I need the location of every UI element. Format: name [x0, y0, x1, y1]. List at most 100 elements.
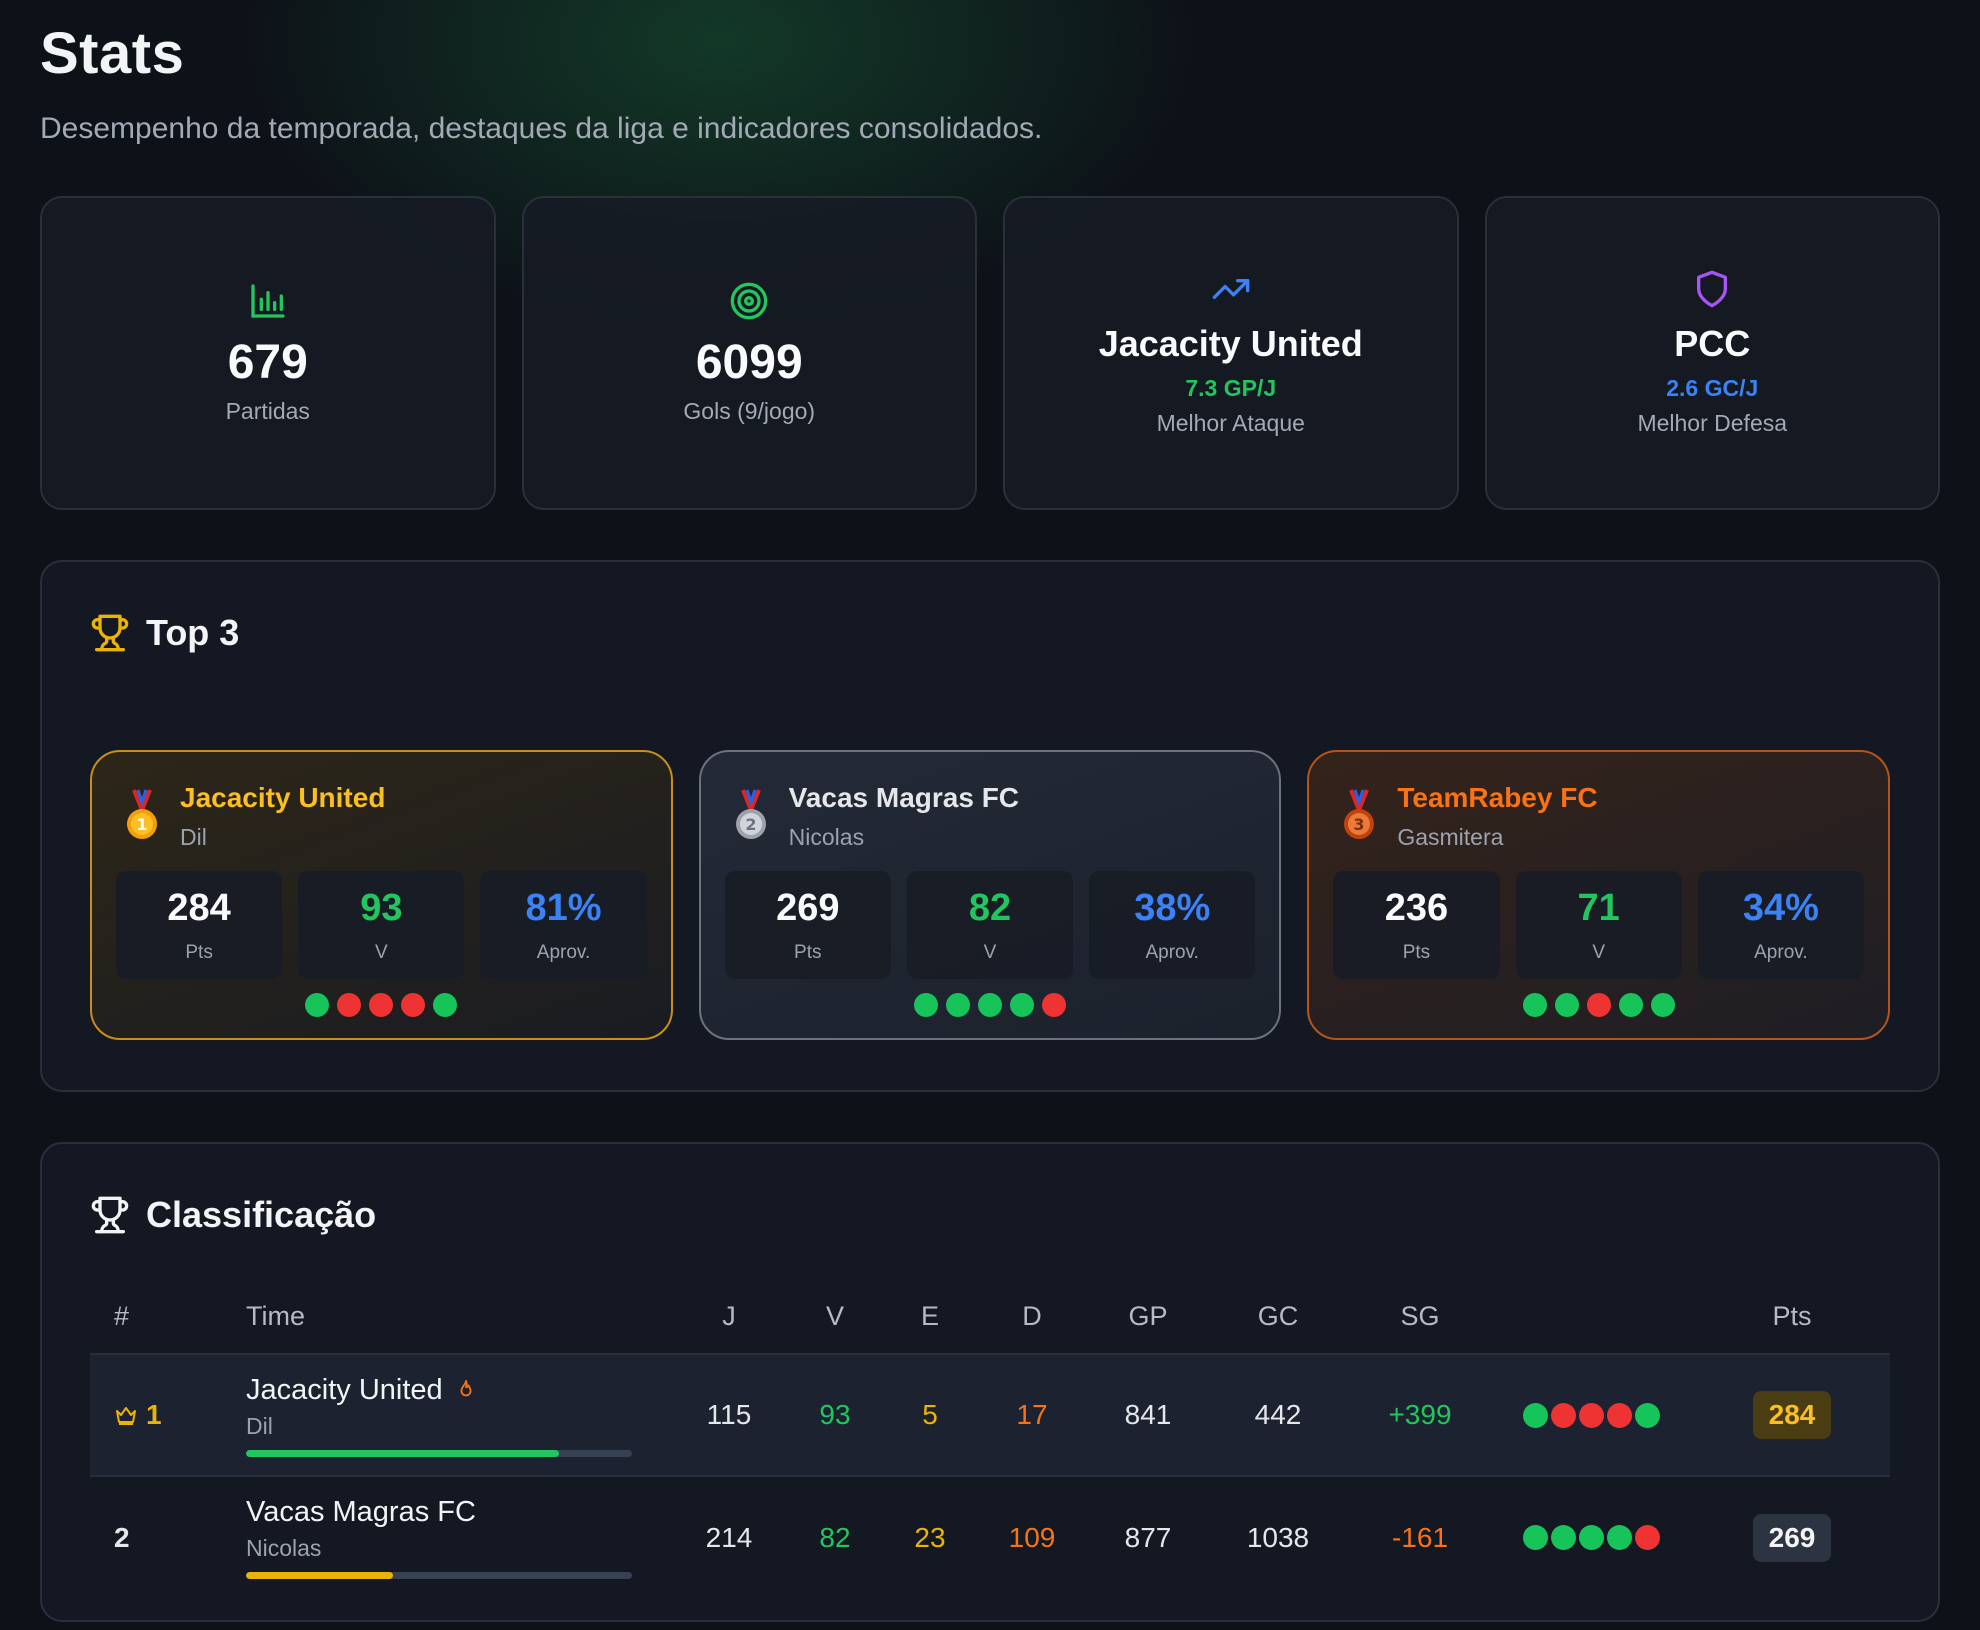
row-pts-cell: 269: [1694, 1476, 1890, 1598]
bronze-medal-icon: 3: [1344, 789, 1375, 839]
col-v[interactable]: V: [782, 1280, 888, 1354]
podium-card-1[interactable]: 1 Jacacity United Dil 284 Pts 93 V 81% A…: [90, 750, 673, 1040]
win-dot: [914, 993, 938, 1017]
target-icon: [730, 282, 768, 320]
podium-pts-label: Pts: [185, 941, 213, 963]
col-j[interactable]: J: [676, 1280, 782, 1354]
podium-team-name: TeamRabey FC: [1397, 782, 1598, 813]
win-dot: [1650, 993, 1675, 1017]
top3-title: Top 3: [146, 612, 240, 653]
podium-stat-pts: 236 Pts: [1333, 871, 1500, 979]
loss-dot: [1606, 1402, 1632, 1428]
form-dots: [116, 993, 647, 1017]
progress-bar: [246, 1572, 632, 1579]
top3-list: 1 Jacacity United Dil 284 Pts 93 V 81% A…: [90, 750, 1891, 1040]
win-dot: [1634, 1402, 1660, 1428]
podium-card-3[interactable]: 3 TeamRabey FC Gasmitera 236 Pts 71 V 34…: [1307, 750, 1891, 1040]
stats-summary: 679 Partidas 6099 Gols (9/jogo) Jacacity…: [40, 196, 1940, 510]
loss-dot: [1042, 993, 1066, 1017]
bar-chart-icon: [251, 284, 285, 318]
podium-wins-value: 82: [968, 886, 1012, 929]
podium-stat-pts: 269 Pts: [724, 871, 891, 979]
svg-text:3: 3: [1354, 815, 1365, 834]
podium-stats: 284 Pts 93 V 81% Aprov.: [116, 871, 647, 979]
page-title: Stats: [40, 21, 185, 86]
win-dot: [1618, 993, 1643, 1017]
table-row[interactable]: 2 Vacas Magras FC Nicolas 214 82 23 109 …: [90, 1476, 1890, 1598]
row-sg: +399: [1388, 1399, 1452, 1430]
trending-up-icon: [1212, 279, 1250, 299]
col-rank[interactable]: #: [90, 1280, 246, 1354]
podium-stat-pts: 284 Pts: [116, 871, 283, 979]
row-gc: 442: [1254, 1399, 1302, 1430]
row-d: 17: [1016, 1399, 1048, 1430]
row-j: 214: [705, 1521, 753, 1553]
table-row[interactable]: 1 Jacacity United Dil 115 93 5 17 841 44…: [90, 1354, 1890, 1476]
podium-team-name: Jacacity United: [180, 782, 386, 813]
standings-header: Classificação: [90, 1194, 1890, 1236]
podium-wins-label: V: [1592, 941, 1606, 963]
stat-value: 6099: [695, 336, 803, 389]
loss-dot: [1550, 1402, 1576, 1428]
col-gp[interactable]: GP: [1092, 1280, 1204, 1354]
podium-stat-aprov: 38% Aprov.: [1089, 871, 1256, 979]
podium-wins-label: V: [374, 941, 388, 963]
top3-header: Top 3: [90, 612, 1890, 654]
progress-bar: [246, 1449, 632, 1457]
row-rank: 1: [146, 1399, 162, 1430]
col-d[interactable]: D: [972, 1280, 1092, 1354]
row-form-cell: [1488, 1354, 1694, 1476]
podium-wins-value: 71: [1577, 886, 1620, 929]
col-gc[interactable]: GC: [1204, 1280, 1352, 1354]
col-pts[interactable]: Pts: [1694, 1280, 1890, 1354]
gold-medal-icon: 1: [127, 789, 157, 839]
col-team[interactable]: Time: [246, 1280, 676, 1354]
shield-icon: [1697, 270, 1728, 308]
col-form: [1488, 1280, 1694, 1354]
podium-aprov-value: 81%: [525, 886, 602, 929]
row-gc: 1038: [1246, 1521, 1310, 1553]
win-dot: [305, 993, 330, 1017]
stat-label: Partidas: [225, 398, 310, 424]
col-e[interactable]: E: [888, 1280, 972, 1354]
podium-info: Jacacity United Dil: [180, 782, 385, 851]
podium-card-2[interactable]: 2 Vacas Magras FC Nicolas 269 Pts 82 V 3…: [698, 750, 1282, 1040]
win-dot: [433, 993, 458, 1017]
stat-card-best-attack: Jacacity United 7.3 GP/J Melhor Ataque: [1003, 196, 1459, 510]
podium-wins-label: V: [983, 941, 997, 963]
podium-pts-value: 269: [776, 886, 840, 929]
row-v: 82: [819, 1521, 851, 1553]
row-gp: 877: [1124, 1521, 1172, 1553]
podium-pts-value: 284: [167, 886, 231, 929]
row-rank: 2: [114, 1521, 130, 1553]
standings-panel: Classificação # Time J V E D GP GC SG Pt…: [40, 1142, 1940, 1622]
form-dots: [1488, 1402, 1694, 1428]
podium-stat-aprov: 81% Aprov.: [480, 871, 647, 979]
podium-aprov-value: 34%: [1742, 886, 1819, 929]
row-team-owner: Dil: [246, 1412, 273, 1439]
row-e: 23: [914, 1521, 946, 1553]
loss-dot: [1578, 1402, 1604, 1428]
form-dots: [1333, 993, 1864, 1017]
win-dot: [946, 993, 970, 1017]
row-sg: -161: [1391, 1521, 1449, 1553]
loss-dot: [369, 993, 394, 1017]
stat-value: Jacacity United: [1098, 323, 1363, 364]
col-sg[interactable]: SG: [1352, 1280, 1488, 1354]
progress-fill: [246, 1449, 559, 1457]
row-team-cell: Vacas Magras FC Nicolas: [246, 1476, 676, 1598]
podium-stat-wins: 93 V: [298, 871, 465, 979]
stat-value: PCC: [1674, 323, 1751, 364]
row-pts-cell: 284: [1694, 1354, 1890, 1476]
page-subtitle: Desempenho da temporada, destaques da li…: [40, 112, 1043, 145]
stat-sub: 2.6 GC/J: [1666, 375, 1759, 401]
podium-pts-label: Pts: [1402, 941, 1431, 963]
crown-icon: [116, 1407, 136, 1425]
table-header-row: # Time J V E D GP GC SG Pts: [90, 1280, 1890, 1354]
loss-dot: [401, 993, 426, 1017]
podium-pts-value: 236: [1384, 886, 1449, 929]
podium-stat-aprov: 34% Aprov.: [1697, 871, 1864, 979]
win-dot: [1578, 1525, 1604, 1550]
row-rank-cell: 2: [90, 1476, 246, 1598]
win-dot: [978, 993, 1002, 1017]
